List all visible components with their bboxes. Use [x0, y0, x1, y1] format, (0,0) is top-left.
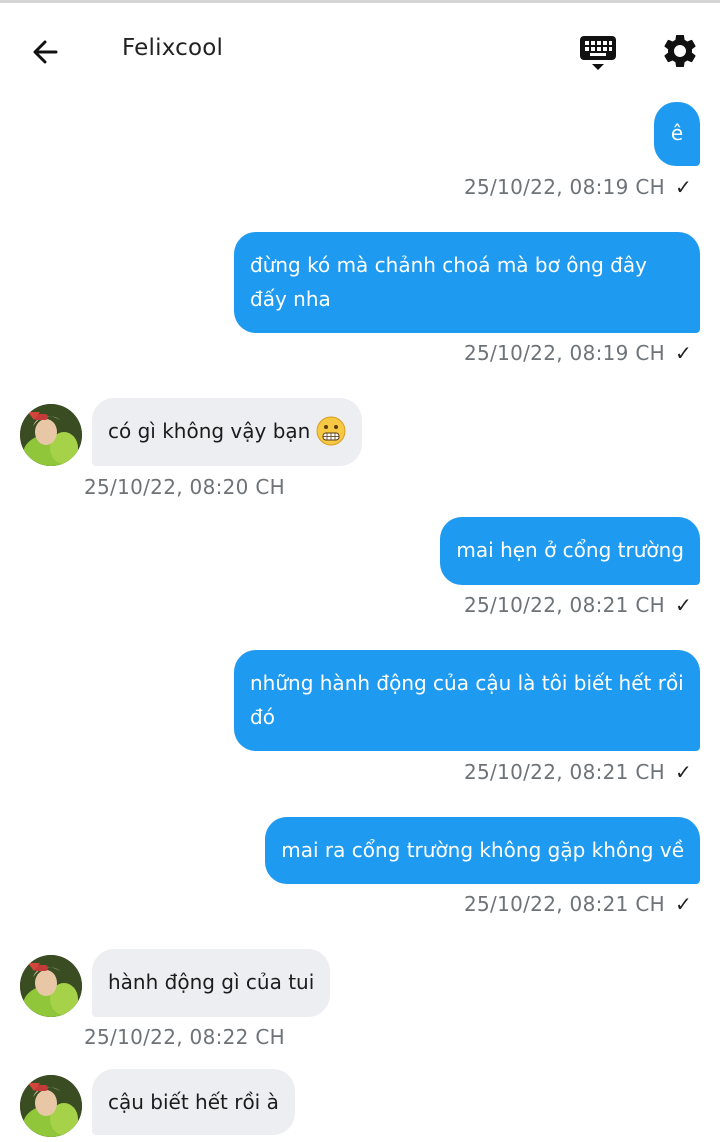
message-bubble-outgoing[interactable]: mai hẹn ở cổng trường	[440, 517, 700, 585]
contact-avatar-image	[20, 1075, 82, 1137]
message-timestamp: 25/10/22, 08:19 CH ✓	[464, 175, 692, 199]
contact-name: Felixcool	[122, 35, 224, 61]
message-text: mai hẹn ở cổng trường	[456, 538, 684, 562]
message-timestamp: 25/10/22, 08:21 CH ✓	[464, 760, 692, 784]
read-check-icon: ✓	[674, 760, 692, 784]
message-text: mai ra cổng trường không gặp không về	[281, 838, 684, 862]
message-timestamp: 25/10/22, 08:22 CH	[84, 1025, 285, 1049]
message-text: đừng kó mà chảnh choá mà bơ ông đây đấy …	[250, 253, 647, 311]
settings-button[interactable]	[660, 31, 700, 71]
message-bubble-outgoing[interactable]: những hành động của cậu là tôi biết hết …	[234, 650, 700, 751]
back-button[interactable]	[26, 33, 66, 73]
message-text: ê	[670, 121, 684, 145]
avatar[interactable]	[20, 404, 82, 466]
message-text: cậu biết hết rồi à	[108, 1090, 279, 1114]
arrow-left-icon	[33, 40, 58, 64]
read-check-icon: ✓	[674, 175, 692, 199]
avatar[interactable]	[20, 1075, 82, 1137]
contact-avatar-image	[20, 404, 82, 466]
message-bubble-incoming[interactable]: hành động gì của tui	[92, 949, 331, 1017]
contact-avatar-image	[20, 955, 82, 1017]
message-bubble-outgoing[interactable]: đừng kó mà chảnh choá mà bơ ông đây đấy …	[234, 232, 700, 333]
message-text: hành động gì của tui	[108, 970, 315, 994]
read-check-icon: ✓	[674, 593, 692, 617]
read-check-icon: ✓	[674, 892, 692, 916]
chat-header: Felixcool	[0, 3, 720, 95]
message-bubble-outgoing[interactable]: mai ra cổng trường không gặp không về	[265, 817, 700, 884]
message-bubble-incoming[interactable]: cậu biết hết rồi à	[92, 1069, 295, 1135]
grimacing-face-emoji	[316, 416, 346, 445]
message-bubble-outgoing[interactable]: ê	[654, 102, 700, 166]
message-text: những hành động của cậu là tôi biết hết …	[250, 671, 684, 729]
message-timestamp: 25/10/22, 08:20 CH	[84, 475, 285, 499]
keyboard-hide-icon	[580, 36, 616, 70]
read-check-icon: ✓	[674, 341, 692, 365]
avatar[interactable]	[20, 955, 82, 1017]
message-timestamp: 25/10/22, 08:21 CH ✓	[464, 892, 692, 916]
keyboard-toggle-button[interactable]	[578, 33, 620, 75]
message-timestamp: 25/10/22, 08:19 CH ✓	[464, 341, 692, 365]
message-text: có gì không vậy bạn	[108, 419, 311, 443]
message-bubble-incoming[interactable]: có gì không vậy bạn	[92, 398, 363, 466]
gear-icon	[664, 34, 696, 67]
message-timestamp: 25/10/22, 08:21 CH ✓	[464, 593, 692, 617]
